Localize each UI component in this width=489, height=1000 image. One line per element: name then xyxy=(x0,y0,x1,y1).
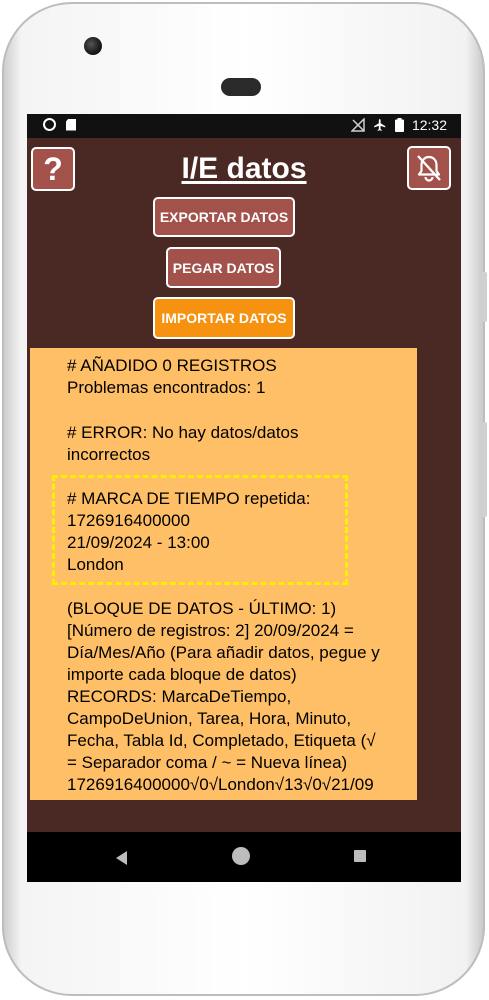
result-line: Problemas encontrados: 1 xyxy=(67,378,266,397)
paste-data-button[interactable]: PEGAR DATOS xyxy=(166,247,281,288)
result-line: Fecha, Tabla Id, Completado, Etiqueta (√ xyxy=(67,731,376,750)
screen: 12:32 ? I/E datos EXPORTAR DATOS PEGAR D… xyxy=(27,114,461,882)
result-line: # MARCA DE TIEMPO repetida: xyxy=(67,489,311,508)
no-signal-icon xyxy=(350,118,365,132)
result-line: CampoDeUnion, Tarea, Hora, Minuto, xyxy=(67,709,352,728)
battery-icon xyxy=(394,118,404,132)
result-line: 21/09/2024 - 13:00 xyxy=(67,533,210,552)
notifications-toggle-button[interactable] xyxy=(407,146,451,190)
side-button xyxy=(482,422,487,517)
import-result-text-area[interactable]: # AÑADIDO 0 REGISTROS Problemas encontra… xyxy=(30,348,417,800)
home-icon[interactable] xyxy=(232,847,250,865)
result-line: RECORDS: MarcaDeTiempo, xyxy=(67,687,292,706)
result-line: = Separador coma / ~ = Nueva línea) xyxy=(67,753,348,772)
result-line: # ERROR: No hay datos/datos xyxy=(67,423,299,442)
result-line: Día/Mes/Año (Para añadir datos, pegue y xyxy=(67,643,380,662)
notification-circle-icon xyxy=(43,118,56,131)
status-bar: 12:32 xyxy=(27,114,461,138)
result-line: [Número de registros: 2] 20/09/2024 = xyxy=(67,621,354,640)
recent-apps-icon[interactable] xyxy=(354,850,366,862)
result-line: incorrectos xyxy=(67,445,151,464)
front-camera xyxy=(84,37,102,55)
speaker-grille xyxy=(221,78,261,96)
sd-card-icon xyxy=(66,118,76,131)
navigation-bar xyxy=(27,832,461,882)
result-line: 1726916400000 xyxy=(67,511,190,530)
result-line: London xyxy=(67,555,124,574)
airplane-icon xyxy=(374,119,386,131)
volume-button xyxy=(482,272,487,322)
result-line: 1726916400000√0√London√13√0√21/09 xyxy=(67,775,374,794)
result-line: importe cada bloque de datos) xyxy=(67,665,297,684)
bell-off-icon xyxy=(417,155,441,182)
export-data-button[interactable]: EXPORTAR DATOS xyxy=(153,197,295,237)
back-icon[interactable] xyxy=(116,851,127,865)
page-title: I/E datos xyxy=(181,152,307,185)
result-line: # AÑADIDO 0 REGISTROS xyxy=(67,356,277,375)
clock-time: 12:32 xyxy=(411,117,447,133)
import-data-button[interactable]: IMPORTAR DATOS xyxy=(153,297,295,339)
result-line: (BLOQUE DE DATOS - ÚLTIMO: 1) xyxy=(67,599,337,618)
